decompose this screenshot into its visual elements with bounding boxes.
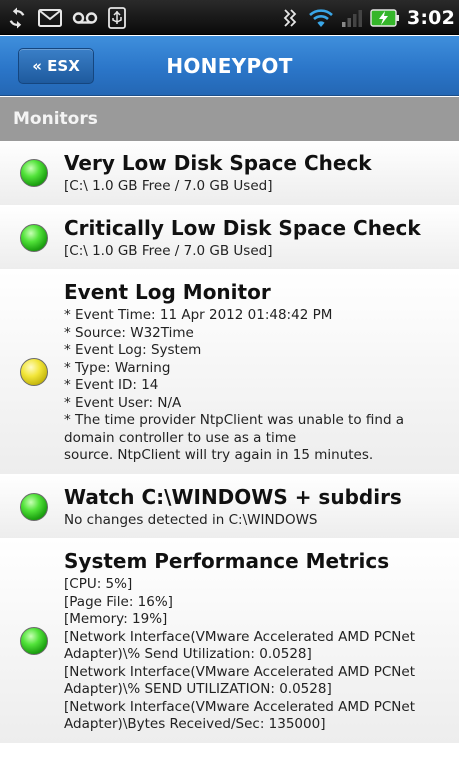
list-item-text: Critically Low Disk Space Check [C:\ 1.0…	[64, 216, 451, 261]
list-item-text: Event Log Monitor * Event Time: 11 Apr 2…	[64, 280, 451, 465]
battery-charging-icon	[370, 8, 400, 28]
status-green-icon	[20, 223, 48, 252]
voicemail-icon	[72, 10, 98, 26]
title-bar: HONEYPOT « ESX	[0, 36, 459, 96]
status-bar-system: 3:02	[279, 3, 455, 32]
list-item[interactable]: Watch C:\WINDOWS + subdirs No changes de…	[0, 474, 459, 539]
usb-icon	[108, 6, 126, 29]
status-indicator-wrap	[20, 223, 64, 252]
monitor-detail: [C:\ 1.0 GB Free / 7.0 GB Used]	[64, 178, 273, 194]
status-indicator-wrap	[20, 627, 64, 656]
status-bar-notifications	[6, 3, 126, 32]
monitor-detail: * Event Time: 11 Apr 2012 01:48:42 PM * …	[64, 307, 405, 463]
monitor-detail: No changes detected in C:\WINDOWS	[64, 511, 318, 528]
monitor-title: Very Low Disk Space Check	[64, 151, 372, 175]
status-green-icon	[20, 627, 48, 656]
status-time: 3:02	[406, 6, 455, 29]
list-item[interactable]: Critically Low Disk Space Check [C:\ 1.0…	[0, 205, 459, 270]
list-item-text: System Performance Metrics [CPU: 5%] [Pa…	[64, 549, 451, 734]
monitor-title: Critically Low Disk Space Check	[64, 215, 421, 240]
list-item-text: Very Low Disk Space Check [C:\ 1.0 GB Fr…	[64, 151, 451, 196]
section-header-monitors: Monitors	[0, 97, 459, 141]
back-button[interactable]: « ESX	[18, 48, 94, 84]
wifi-icon	[308, 8, 334, 28]
sync-icon	[6, 7, 28, 29]
vibrate-icon	[279, 8, 301, 28]
monitor-title: Event Log Monitor	[64, 280, 271, 304]
status-green-icon	[20, 492, 48, 521]
monitor-detail: [CPU: 5%] [Page File: 16%] [Memory: 19%]…	[64, 576, 415, 732]
gmail-icon	[38, 8, 62, 27]
status-indicator-wrap	[20, 492, 64, 521]
monitor-title: Watch C:\WINDOWS + subdirs	[64, 484, 402, 509]
status-indicator-wrap	[20, 358, 64, 387]
status-bar: 3:02	[0, 0, 459, 35]
status-green-icon	[20, 159, 48, 188]
list-item[interactable]: System Performance Metrics [CPU: 5%] [Pa…	[0, 539, 459, 744]
status-yellow-icon	[20, 358, 48, 387]
monitor-detail: [C:\ 1.0 GB Free / 7.0 GB Used]	[64, 242, 273, 259]
monitor-list: Very Low Disk Space Check [C:\ 1.0 GB Fr…	[0, 141, 459, 744]
signal-icon	[341, 8, 363, 28]
list-item[interactable]: Event Log Monitor * Event Time: 11 Apr 2…	[0, 270, 459, 475]
status-indicator-wrap	[20, 159, 64, 188]
monitor-title: System Performance Metrics	[64, 549, 390, 573]
list-item[interactable]: Very Low Disk Space Check [C:\ 1.0 GB Fr…	[0, 141, 459, 206]
list-item-text: Watch C:\WINDOWS + subdirs No changes de…	[64, 485, 451, 530]
